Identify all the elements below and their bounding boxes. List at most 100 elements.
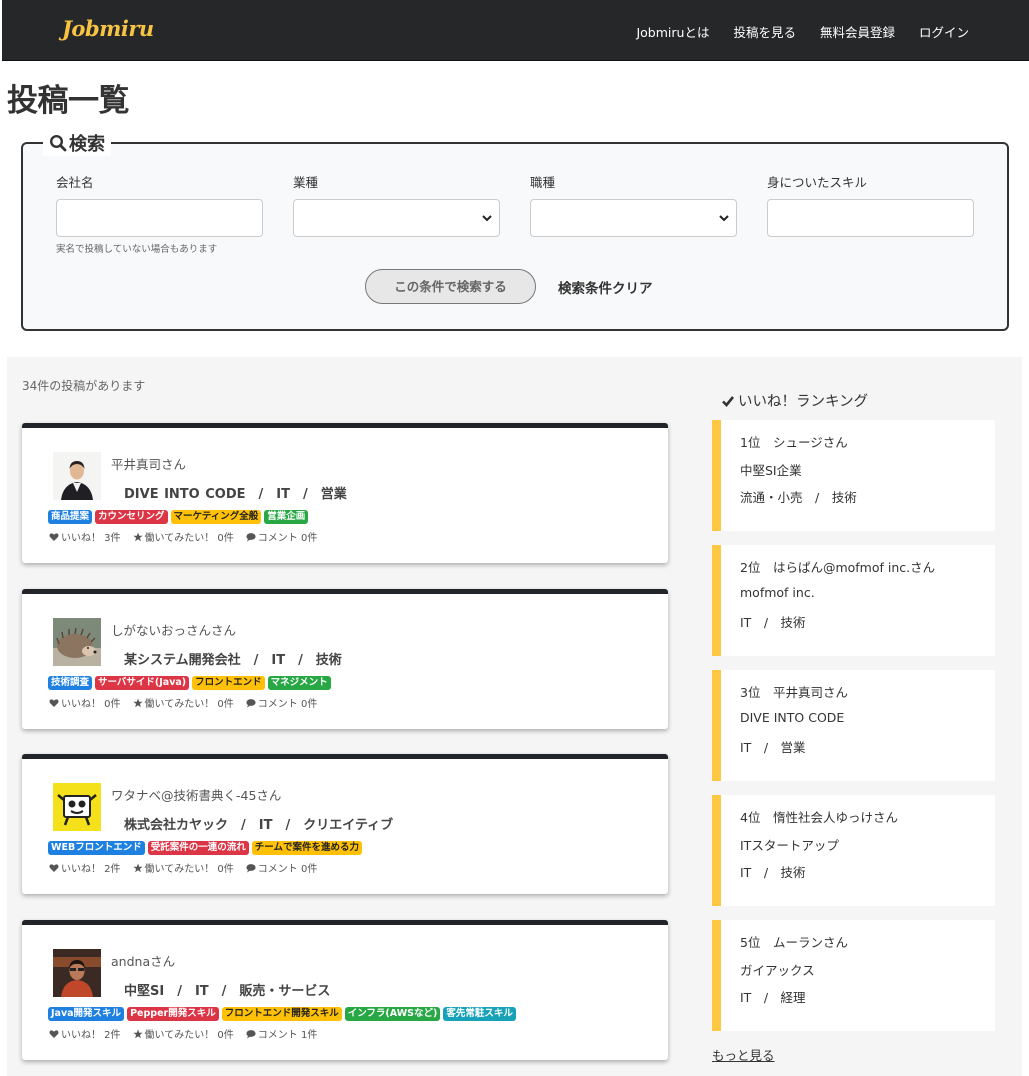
ranking-item[interactable]: 5位 ムーランさん ガイアックス IT / 経理 — [712, 920, 995, 1031]
industry-field: 業種 — [293, 172, 500, 237]
like-count: いいね！ 2件 — [49, 860, 121, 875]
post-card[interactable]: andnaさん 中堅SI / IT / 販売・サービス Java開発スキル Pe… — [22, 920, 668, 1060]
comment-icon — [246, 532, 256, 541]
comment-count-label: コメント 0件 — [257, 533, 318, 544]
skill-tag: サーバサイド(Java) — [95, 676, 190, 690]
ranking-title: いいね！ランキング — [721, 390, 868, 411]
nav-link-signup[interactable]: 無料会員登録 — [820, 22, 895, 41]
ranking-category: IT / 営業 — [740, 740, 806, 755]
job-field: 職種 — [530, 172, 737, 237]
like-count: いいね！ 3件 — [49, 529, 121, 544]
ranking-item[interactable]: 3位 平井真司さん DIVE INTO CODE IT / 営業 — [712, 670, 995, 781]
star-icon — [132, 863, 143, 872]
company-label: 会社名 — [56, 175, 94, 190]
star-icon — [132, 1029, 143, 1038]
skill-tags: 商品提案 カウンセリング マーケティング全般 営業企画 — [48, 510, 309, 524]
comment-count: コメント 0件 — [246, 529, 318, 544]
nav-link-posts[interactable]: 投稿を見る — [733, 22, 796, 41]
brand-logo[interactable]: Jobmiru — [62, 16, 154, 41]
comment-icon — [246, 863, 256, 872]
like-count-label: いいね！ 2件 — [61, 864, 121, 875]
clear-search-link[interactable]: 検索条件クリア — [558, 277, 653, 297]
want-count: 働いてみたい！ 0件 — [132, 860, 234, 875]
post-company: 中堅SI / IT / 販売・サービス — [124, 984, 331, 999]
skill-tag: WEBフロントエンド — [48, 841, 145, 855]
post-stats: いいね！ 3件 働いてみたい！ 0件 コメント 0件 — [49, 529, 317, 544]
avatar — [53, 949, 101, 997]
search-icon — [49, 134, 67, 152]
like-count-label: いいね！ 2件 — [61, 1030, 121, 1041]
post-card[interactable]: ワタナベ@技術書典く-45さん 株式会社カヤック / IT / クリエイティブ … — [22, 754, 668, 894]
post-stats: いいね！ 2件 働いてみたい！ 0件 コメント 1件 — [49, 1026, 317, 1041]
check-icon — [722, 395, 735, 407]
skill-tags: 技術調査 サーバサイド(Java) フロントエンド マネジメント — [48, 676, 331, 690]
post-author[interactable]: ワタナベ@技術書典く-45さん — [111, 785, 281, 804]
post-company: DIVE INTO CODE / IT / 営業 — [124, 487, 347, 502]
search-legend-label: 検索 — [69, 134, 105, 155]
post-author[interactable]: しがないおっさんさん — [111, 620, 236, 639]
industry-select[interactable] — [293, 199, 500, 237]
company-field: 会社名 実名で投稿していない場合もあります — [56, 172, 263, 255]
post-card[interactable]: しがないおっさんさん 某システム開発会社 / IT / 技術 技術調査 サーバサ… — [22, 589, 668, 729]
chevron-down-icon — [482, 215, 492, 222]
skill-tag: マーケティング全般 — [170, 510, 262, 524]
star-icon — [132, 698, 143, 707]
search-submit-button[interactable]: この条件で検索する — [365, 269, 536, 304]
post-company: 某システム開発会社 / IT / 技術 — [124, 653, 342, 668]
skill-tag: 受託案件の一連の流れ — [147, 841, 249, 855]
avatar — [53, 783, 101, 831]
skill-tag: Java開発スキル — [48, 1007, 125, 1021]
job-select[interactable] — [530, 199, 737, 237]
want-count-label: 働いてみたい！ 0件 — [144, 533, 234, 544]
want-count-label: 働いてみたい！ 0件 — [144, 864, 234, 875]
skill-tag: マネジメント — [267, 676, 331, 690]
post-author[interactable]: 平井真司さん — [111, 454, 186, 473]
post-count: 34件の投稿があります — [22, 379, 146, 393]
skill-tags: WEBフロントエンド 受託案件の一連の流れ チームで案件を進める力 — [48, 841, 362, 855]
post-stats: いいね！ 2件 働いてみたい！ 0件 コメント 0件 — [49, 860, 317, 875]
ranking-user: 1位 シュージさん — [740, 435, 848, 450]
company-note: 実名で投稿していない場合もあります — [56, 244, 218, 255]
want-count-label: 働いてみたい！ 0件 — [144, 1030, 234, 1041]
industry-label: 業種 — [293, 175, 319, 190]
comment-count-label: コメント 0件 — [257, 864, 318, 875]
skill-input[interactable] — [767, 199, 974, 237]
nav-link-about[interactable]: Jobmiruとは — [636, 22, 709, 41]
avatar — [53, 452, 101, 500]
comment-count: コメント 1件 — [246, 1026, 318, 1041]
ranking-title-label: いいね！ランキング — [738, 394, 869, 410]
want-count: 働いてみたい！ 0件 — [132, 1026, 234, 1041]
skill-tag: 商品提案 — [48, 510, 93, 524]
post-stats: いいね！ 0件 働いてみたい！ 0件 コメント 0件 — [49, 695, 317, 710]
comment-count-label: コメント 0件 — [257, 699, 318, 710]
post-author[interactable]: andnaさん — [111, 951, 175, 970]
skill-tag: フロントエンド開発スキル — [221, 1007, 342, 1021]
skill-tag: 技術調査 — [48, 676, 93, 690]
nav-link-login[interactable]: ログイン — [919, 22, 969, 41]
post-company: 株式会社カヤック / IT / クリエイティブ — [124, 818, 394, 833]
ranking-category: IT / 経理 — [740, 990, 806, 1005]
ranking-item[interactable]: 4位 惰性社会人ゆっけさん ITスタートアップ IT / 技術 — [712, 795, 995, 906]
comment-count-label: コメント 1件 — [257, 1030, 318, 1041]
company-input[interactable] — [56, 199, 263, 237]
like-count-label: いいね！ 3件 — [61, 533, 121, 544]
ranking-item[interactable]: 2位 はらぱん@mofmof inc.さん mofmof inc. IT / 技… — [712, 545, 995, 656]
ranking-user: 4位 惰性社会人ゆっけさん — [740, 810, 898, 825]
skill-tag: インフラ(AWSなど) — [344, 1007, 441, 1021]
ranking-user: 2位 はらぱん@mofmof inc.さん — [740, 560, 936, 575]
ranking-item[interactable]: 1位 シュージさん 中堅SI企業 流通・小売 / 技術 — [712, 420, 995, 531]
comment-count: コメント 0件 — [246, 860, 318, 875]
ranking-company: DIVE INTO CODE — [740, 710, 845, 725]
skill-label: 身についたスキル — [767, 175, 868, 190]
skill-tag: チームで案件を進める力 — [251, 841, 362, 855]
skill-tag: Pepper開発スキル — [127, 1007, 219, 1021]
ranking-company: ガイアックス — [740, 963, 815, 978]
want-count: 働いてみたい！ 0件 — [132, 695, 234, 710]
heart-icon — [49, 698, 59, 707]
skill-tag: 客先常駐スキル — [443, 1007, 516, 1021]
post-card[interactable]: 平井真司さん DIVE INTO CODE / IT / 営業 商品提案 カウン… — [22, 423, 668, 563]
heart-icon — [49, 1029, 59, 1038]
navbar: Jobmiru Jobmiruとは 投稿を見る 無料会員登録 ログイン — [2, 0, 1029, 61]
more-ranking-link[interactable]: もっと見る — [712, 1045, 775, 1064]
ranking-company: 中堅SI企業 — [740, 463, 802, 478]
